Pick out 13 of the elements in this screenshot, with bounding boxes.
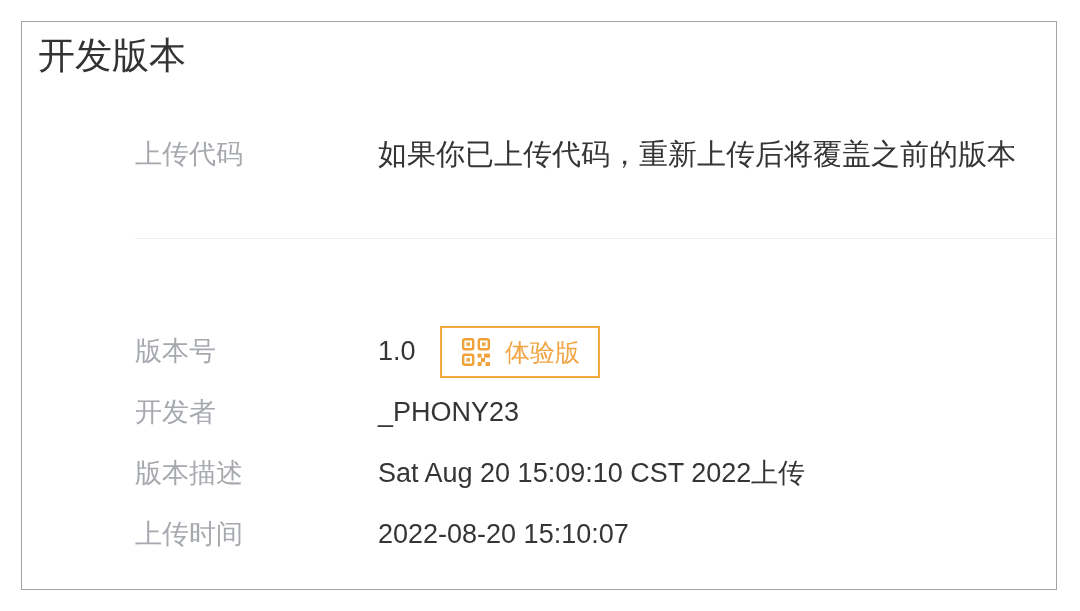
field-value: 1.0 xyxy=(378,335,416,368)
field-value: Sat Aug 20 15:09:10 CST 2022上传 xyxy=(378,457,806,490)
field-label: 上传代码 xyxy=(135,138,244,171)
field-value: _PHONY23 xyxy=(378,396,520,429)
trial-version-button[interactable]: 体验版 xyxy=(439,325,600,378)
field-value: 2022-08-20 15:10:07 xyxy=(378,518,629,551)
field-label: 开发者 xyxy=(135,396,217,429)
field-label: 版本号 xyxy=(135,335,217,368)
qr-code-icon xyxy=(461,337,490,366)
upload-note: 如果你已上传代码，重新上传后将覆盖之前的版本 xyxy=(378,137,1016,172)
field-label: 版本描述 xyxy=(135,457,244,490)
section-title: 开发版本 xyxy=(38,35,186,77)
field-label: 上传时间 xyxy=(135,518,244,551)
